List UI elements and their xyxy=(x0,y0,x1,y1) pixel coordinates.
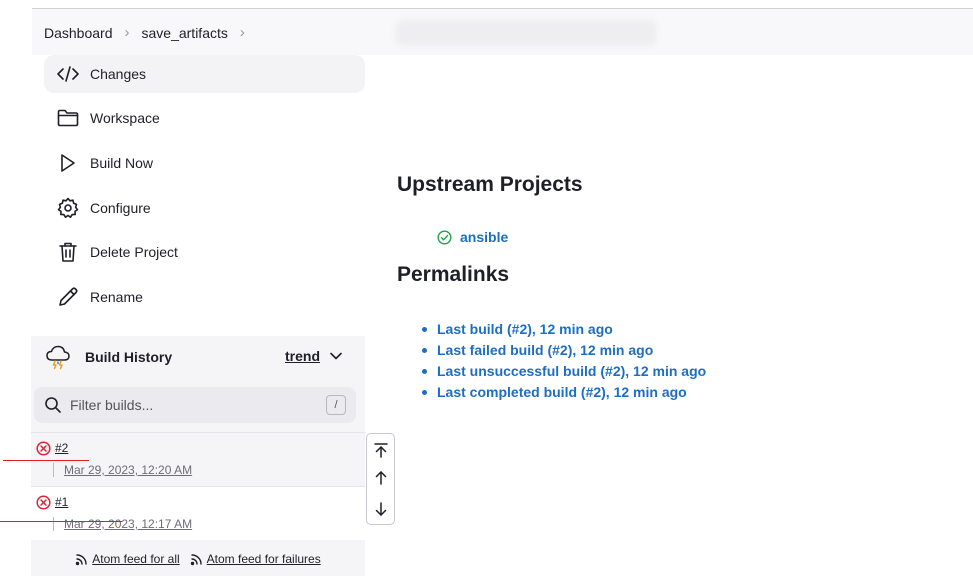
rss-icon xyxy=(76,553,87,565)
build-date-link[interactable]: Mar 29, 2023, 12:20 AM xyxy=(53,463,192,477)
task-label: Workspace xyxy=(90,110,160,126)
task-build-now[interactable]: Build Now xyxy=(44,144,365,182)
task-label: Rename xyxy=(90,289,143,305)
build-number-link[interactable]: #2 xyxy=(55,441,68,455)
failed-status-icon xyxy=(36,441,51,456)
chevron-right-icon[interactable]: › xyxy=(240,24,245,41)
scroll-up-icon[interactable] xyxy=(370,467,392,489)
rss-icon xyxy=(190,553,202,565)
gear-icon xyxy=(56,196,80,220)
chevron-down-icon xyxy=(330,352,342,360)
permalink-last-unsuccessful-build[interactable]: Last unsuccessful build (#2), 12 min ago xyxy=(419,361,706,382)
breadcrumb-project[interactable]: save_artifacts xyxy=(142,25,228,41)
task-workspace[interactable]: Workspace xyxy=(44,99,365,137)
build-number-link[interactable]: #1 xyxy=(55,495,68,509)
annotation-red-line xyxy=(3,460,89,461)
permalink-last-build[interactable]: Last build (#2), 12 min ago xyxy=(419,319,706,340)
task-label: Build Now xyxy=(90,155,154,171)
breadcrumb: Dashboard › save_artifacts › xyxy=(44,24,257,41)
scroll-top-icon[interactable] xyxy=(370,439,392,461)
pencil-icon xyxy=(56,285,80,309)
annotation-red-line xyxy=(0,521,122,522)
cloud-lightning-icon xyxy=(46,345,70,370)
code-icon xyxy=(56,62,80,86)
build-row: #2 Mar 29, 2023, 12:20 AM xyxy=(31,432,365,486)
build-date-link[interactable]: Mar 29, 2023, 12:17 AM xyxy=(53,517,192,531)
task-label: Delete Project xyxy=(90,244,178,260)
build-row: #1 Mar 29, 2023, 12:17 AM xyxy=(31,486,365,540)
trend-dropdown[interactable]: trend xyxy=(285,348,342,364)
task-delete-project[interactable]: Delete Project xyxy=(44,233,365,271)
task-changes[interactable]: Changes xyxy=(44,55,365,93)
build-history-title: Build History xyxy=(85,349,173,365)
keyboard-shortcut-hint: / xyxy=(326,395,346,415)
permalinks-list: Last build (#2), 12 min ago Last failed … xyxy=(419,319,706,403)
task-label: Configure xyxy=(90,200,151,216)
trend-label: trend xyxy=(285,348,320,364)
upstream-projects-heading: Upstream Projects xyxy=(397,173,583,196)
search-icon xyxy=(45,397,61,413)
scroll-down-icon[interactable] xyxy=(370,498,392,520)
success-status-icon xyxy=(437,229,452,245)
task-rename[interactable]: Rename xyxy=(44,278,365,316)
upstream-project-name: ansible xyxy=(460,229,509,245)
filter-builds-input[interactable] xyxy=(70,397,310,413)
task-configure[interactable]: Configure xyxy=(44,189,365,227)
build-history-scroll-controls xyxy=(366,433,395,525)
filter-builds-field[interactable]: / xyxy=(34,387,356,423)
permalink-last-failed-build[interactable]: Last failed build (#2), 12 min ago xyxy=(419,340,706,361)
trash-icon xyxy=(56,240,80,264)
task-label: Changes xyxy=(90,66,147,82)
folder-icon xyxy=(56,106,80,130)
blurred-page-title xyxy=(395,20,657,46)
permalink-last-completed-build[interactable]: Last completed build (#2), 12 min ago xyxy=(419,382,706,403)
play-icon xyxy=(56,151,80,175)
atom-feed-failures-link[interactable]: Atom feed for failures xyxy=(190,552,321,566)
upstream-project-link[interactable]: ansible xyxy=(437,229,508,245)
breadcrumb-dashboard[interactable]: Dashboard xyxy=(44,25,113,41)
failed-status-icon xyxy=(36,495,51,510)
atom-feeds-bar: Atom feed for all Atom feed for failures xyxy=(31,542,365,576)
atom-feed-all-link[interactable]: Atom feed for all xyxy=(75,552,180,566)
chevron-right-icon: › xyxy=(124,24,130,41)
permalinks-heading: Permalinks xyxy=(397,263,510,286)
